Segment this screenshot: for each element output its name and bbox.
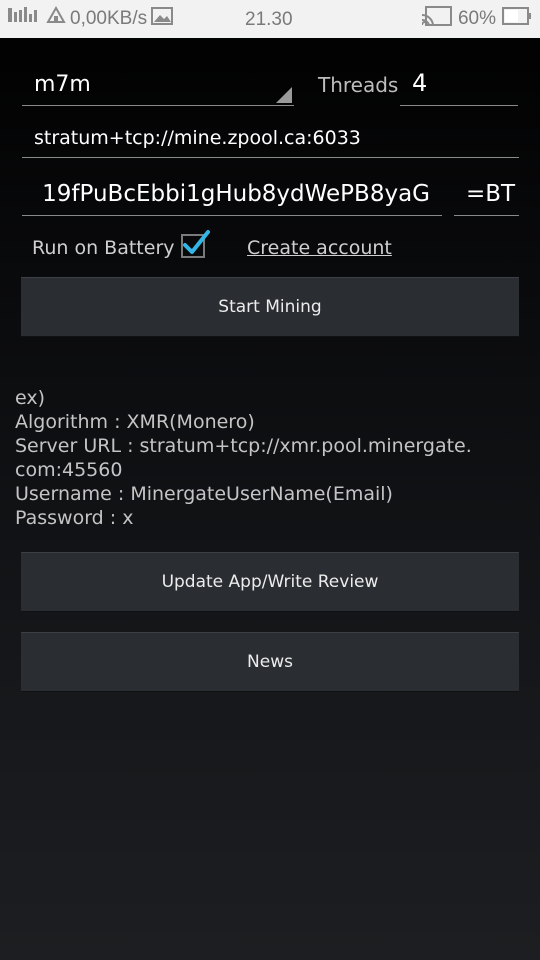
example-line: Username : MinergateUserName(Email) — [15, 483, 393, 505]
cast-icon — [420, 6, 452, 32]
example-line: Algorithm : XMR(Monero) — [15, 411, 255, 433]
status-left: 0,00KB/s — [8, 5, 177, 32]
example-line: Server URL : stratum+tcp://xmr.pool.mine… — [15, 435, 472, 457]
username-value: 19fPuBcEbbi1gHub8ydWePB8yaG — [42, 181, 430, 207]
example-line: com:45560 — [15, 459, 123, 481]
wifi-icon — [46, 5, 66, 32]
dropdown-arrow-icon — [276, 87, 292, 103]
server-url-input[interactable]: stratum+tcp://mine.zpool.ca:6033 — [22, 120, 519, 158]
create-account-link[interactable]: Create account — [247, 237, 392, 259]
checkmark-icon — [183, 230, 210, 254]
status-bar: 0,00KB/s 21.30 60% — [0, 0, 540, 38]
example-line: ex) — [15, 387, 46, 409]
battery-percent: 60% — [457, 8, 496, 29]
threads-label: Threads — [318, 73, 399, 97]
news-button[interactable]: News — [21, 632, 519, 692]
threads-value: 4 — [412, 69, 428, 97]
username-input[interactable]: 19fPuBcEbbi1gHub8ydWePB8yaG — [22, 172, 442, 216]
battery-icon — [502, 7, 532, 31]
run-on-battery-checkbox[interactable] — [181, 230, 210, 258]
example-text: ex) Algorithm : XMR(Monero) Server URL :… — [15, 386, 530, 530]
algorithm-value: m7m — [34, 72, 91, 97]
network-speed: 0,00KB/s — [70, 8, 148, 29]
run-on-battery-label: Run on Battery — [32, 237, 175, 259]
clock: 21.30 — [245, 9, 293, 30]
algorithm-dropdown[interactable]: m7m — [22, 64, 294, 106]
status-right: 60% — [416, 6, 532, 32]
start-mining-button[interactable]: Start Mining — [21, 277, 519, 337]
threads-input[interactable]: 4 — [400, 64, 518, 106]
server-url-value: stratum+tcp://mine.zpool.ca:6033 — [34, 127, 361, 149]
password-value: =BT — [466, 181, 516, 207]
example-line: Password : x — [15, 507, 134, 529]
image-icon — [151, 7, 174, 31]
password-input[interactable]: =BT — [454, 172, 519, 216]
signal-icon — [8, 6, 42, 32]
update-app-button[interactable]: Update App/Write Review — [21, 552, 519, 612]
